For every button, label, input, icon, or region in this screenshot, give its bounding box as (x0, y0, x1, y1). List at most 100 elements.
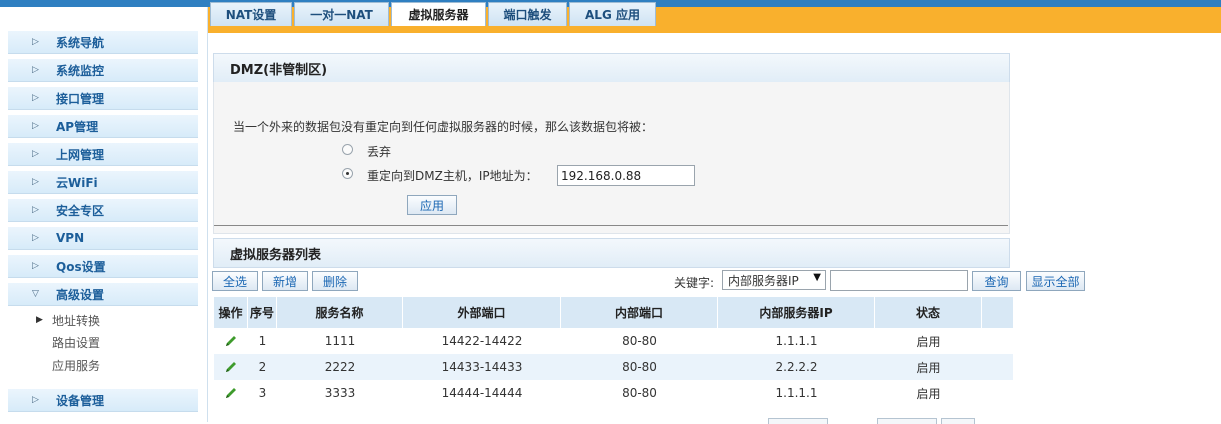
col-header-status: 状态 (875, 297, 982, 328)
cell-status: 启用 (916, 386, 941, 401)
sidebar-item-label: 云WiFi (56, 175, 98, 190)
cell-name: 2222 (324, 360, 356, 374)
chevron-down-icon: ▼ (813, 272, 821, 283)
sidebar-item-system-monitor[interactable]: ▷ 系统监控 (8, 59, 198, 82)
sidebar-subitem-routing[interactable]: 路由设置 (52, 332, 100, 352)
pager-button[interactable] (941, 418, 975, 424)
arrow-right-icon: ▷ (32, 37, 39, 47)
cell-server-ip: 1.1.1.1 (775, 334, 818, 348)
sidebar-subitem-label: 路由设置 (52, 335, 101, 350)
vs-table: 操作 序号 服务名称 外部端口 内部端口 内部服务器IP 状态 1 1111 1… (214, 297, 1013, 406)
col-header-name: 服务名称 (277, 297, 403, 328)
cell-ext-port: 14422-14422 (441, 334, 523, 348)
edit-icon[interactable] (214, 328, 248, 354)
radio-drop[interactable] (342, 144, 353, 155)
cell-name: 3333 (324, 386, 356, 400)
arrow-right-icon: ▷ (32, 233, 39, 243)
table-row: 3 3333 14444-14444 80-80 1.1.1.1 启用 (214, 380, 1013, 406)
sidebar-subitem-label: 应用服务 (52, 358, 101, 373)
dmz-ip-input[interactable] (557, 165, 695, 186)
sidebar-header (8, 15, 198, 32)
sidebar-item-label: 设备管理 (56, 393, 105, 408)
col-header-action: 操作 (214, 297, 248, 328)
vs-list-title: 虚拟服务器列表 (213, 238, 1010, 268)
sidebar-item-label: 安全专区 (56, 203, 105, 218)
select-all-button[interactable]: 全选 (212, 271, 258, 291)
cell-int-port: 80-80 (622, 334, 657, 348)
tab-nat-settings[interactable]: NAT设置 (210, 2, 292, 26)
cell-int-port: 80-80 (622, 386, 657, 400)
apply-button[interactable]: 应用 (407, 195, 457, 215)
cell-status: 启用 (916, 334, 941, 349)
sidebar-item-label: Qos设置 (56, 259, 106, 274)
sidebar-item-label: 系统监控 (56, 63, 105, 78)
cell-server-ip: 2.2.2.2 (775, 360, 818, 374)
tab-one-to-one-nat[interactable]: 一对一NAT (294, 2, 389, 26)
cell-int-port: 80-80 (622, 360, 657, 374)
show-all-button[interactable]: 显示全部 (1026, 271, 1085, 291)
col-header-int-port: 内部端口 (561, 297, 718, 328)
sidebar-item-system-nav[interactable]: ▷ 系统导航 (8, 31, 198, 54)
cell-status: 启用 (916, 360, 941, 375)
sidebar-item-label: 系统导航 (56, 35, 105, 50)
radio-redirect-label: 重定向到DMZ主机，IP地址为： (367, 169, 538, 183)
arrow-right-icon: ▷ (32, 261, 39, 271)
sidebar-item-internet[interactable]: ▷ 上网管理 (8, 143, 198, 166)
cell-ext-port: 14444-14444 (441, 386, 523, 400)
sidebar-item-advanced[interactable]: ▽ 高级设置 (8, 283, 198, 306)
add-button[interactable]: 新增 (262, 271, 308, 291)
col-header-ext-port: 外部端口 (403, 297, 561, 328)
sidebar-item-security[interactable]: ▷ 安全专区 (8, 199, 198, 222)
arrow-right-icon: ▶ (36, 315, 43, 325)
sidebar-subitem-nat[interactable]: ▶ 地址转换 (36, 310, 100, 330)
cell-index: 2 (258, 360, 267, 374)
table-row: 2 2222 14433-14433 80-80 2.2.2.2 启用 (214, 354, 1013, 380)
sidebar-item-vpn[interactable]: ▷ VPN (8, 227, 198, 250)
tab-port-trigger[interactable]: 端口触发 (488, 2, 567, 26)
pager-button[interactable] (768, 418, 828, 424)
cell-name: 1111 (324, 334, 356, 348)
arrow-right-icon: ▷ (32, 149, 39, 159)
edit-icon[interactable] (214, 380, 248, 406)
tab-virtual-server[interactable]: 虚拟服务器 (391, 2, 486, 26)
cell-ext-port: 14433-14433 (441, 360, 523, 374)
col-header-index: 序号 (248, 297, 277, 328)
pager-button[interactable] (877, 418, 937, 424)
dmz-description: 当一个外来的数据包没有重定向到任何虚拟服务器的时候，那么该数据包将被： (233, 120, 654, 134)
cell-server-ip: 1.1.1.1 (775, 386, 818, 400)
table-row: 1 1111 14422-14422 80-80 1.1.1.1 启用 (214, 328, 1013, 354)
cell-index: 3 (258, 386, 267, 400)
sidebar-item-label: VPN (56, 231, 85, 245)
radio-redirect-dmz[interactable] (342, 168, 353, 179)
keyword-select-value: 内部服务器IP (728, 273, 799, 288)
keyword-select[interactable]: 内部服务器IP ▼ (722, 270, 826, 290)
sidebar-item-interface[interactable]: ▷ 接口管理 (8, 87, 198, 110)
sidebar-item-ap[interactable]: ▷ AP管理 (8, 115, 198, 138)
sidebar-item-label: AP管理 (56, 119, 99, 134)
edit-icon[interactable] (214, 354, 248, 380)
cell-index: 1 (258, 334, 267, 348)
sidebar-item-cloud-wifi[interactable]: ▷ 云WiFi (8, 171, 198, 194)
dmz-panel (213, 82, 1010, 234)
tab-alg[interactable]: ALG 应用 (569, 2, 656, 26)
sidebar-item-device[interactable]: ▷ 设备管理 (8, 389, 198, 412)
search-button[interactable]: 查询 (972, 271, 1021, 291)
sidebar-item-qos[interactable]: ▷ Qos设置 (8, 255, 198, 278)
arrow-right-icon: ▷ (32, 177, 39, 187)
sidebar-item-label: 高级设置 (56, 287, 105, 302)
sidebar-subitem-app-service[interactable]: 应用服务 (52, 355, 100, 375)
divider (214, 225, 1008, 226)
arrow-right-icon: ▷ (32, 395, 39, 405)
sidebar-item-label: 接口管理 (56, 91, 105, 106)
arrow-right-icon: ▷ (32, 65, 39, 75)
delete-button[interactable]: 删除 (312, 271, 358, 291)
arrow-down-icon: ▽ (32, 289, 39, 299)
radio-drop-label: 丢弃 (367, 145, 392, 159)
keyword-input[interactable] (830, 270, 968, 291)
arrow-right-icon: ▷ (32, 205, 39, 215)
col-header-server-ip: 内部服务器IP (718, 297, 875, 328)
keyword-label: 关键字: (674, 276, 715, 290)
arrow-right-icon: ▷ (32, 93, 39, 103)
sidebar-item-label: 上网管理 (56, 147, 105, 162)
table-header: 操作 序号 服务名称 外部端口 内部端口 内部服务器IP 状态 (214, 297, 1013, 328)
